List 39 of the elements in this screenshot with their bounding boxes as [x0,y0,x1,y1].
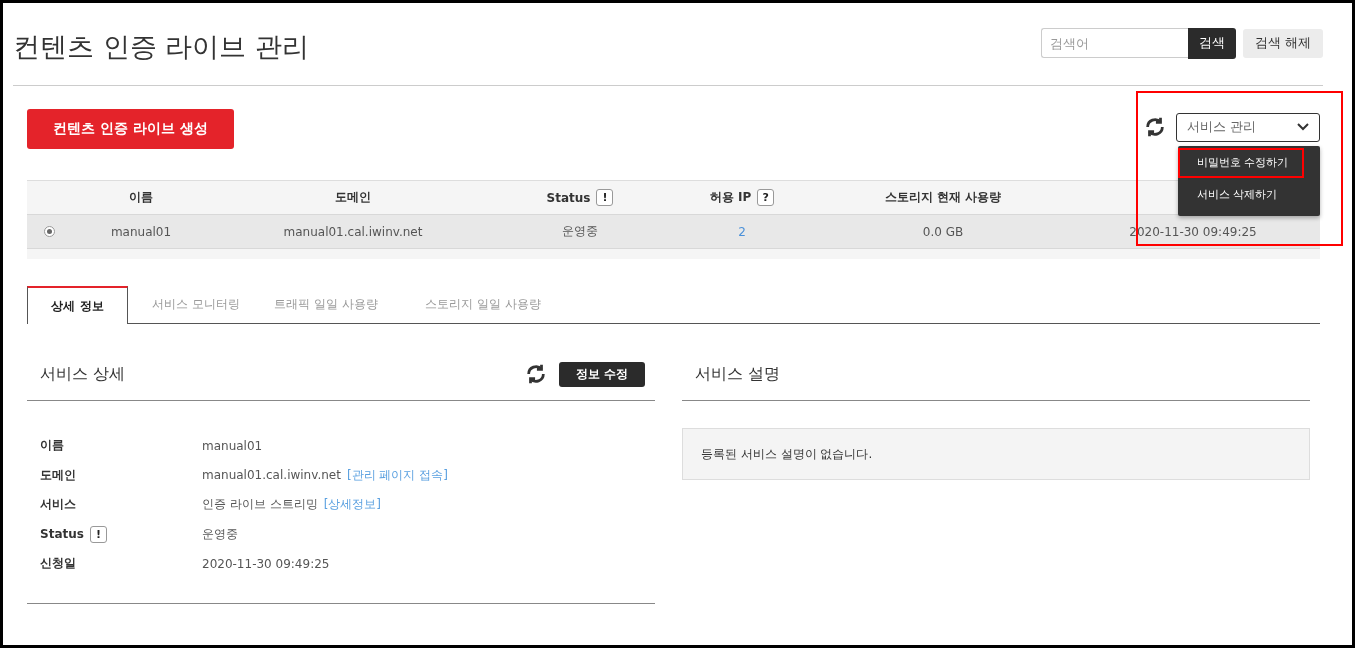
info-badge[interactable]: ? [757,189,775,206]
service-dropdown[interactable]: 서비스 관리 [1176,112,1320,142]
info-badge[interactable]: ! [596,189,614,206]
field-value: 2020-11-30 09:49:25 [202,556,330,571]
column-header: 스토리지 현재 사용량 [884,189,1002,206]
table-cell-text: manual01 [109,224,173,239]
tab[interactable]: 상세 정보 [27,286,128,324]
field-label: 서비스 [40,496,76,514]
column-header: 이름 [129,189,153,206]
refresh-icon[interactable] [1144,116,1166,138]
chevron-icon [1297,123,1309,131]
table-cell-text: 운영중 [561,223,599,240]
table-cell-text: manual01.cal.iwinv.net [282,224,424,239]
section-title: 서비스 상세 [40,363,126,385]
search-field[interactable]: 검색어 [1040,28,1188,58]
field-value: manual01.cal.iwinv.net [202,468,341,483]
page-title: 컨텐츠 인증 라이브 관리 [13,30,309,64]
column-header: Status [546,190,591,205]
column-header: 도메인 [335,189,371,206]
menu-item[interactable]: 서비스 삭제하기 [1178,179,1304,210]
field-value: 인증 라이브 스트리밍 [202,496,318,514]
section-title: 서비스 설명 [695,363,781,385]
field-value: 운영중 [202,525,238,543]
create-button[interactable]: 컨텐츠 인증 라이브 생성 [27,109,234,149]
menu-item[interactable]: 비밀번호 수정하기 [1178,147,1304,178]
description-text: 등록된 서비스 설명이 없습니다. [701,445,873,463]
field-value: manual01 [202,438,263,453]
reset-search-button[interactable]: 검색 해제 [1242,28,1323,58]
radio-button[interactable] [44,226,55,237]
edit-button[interactable]: 정보 수정 [558,361,645,387]
field-label: 신청일 [40,555,76,573]
table-cell-text: 0.0 GB [921,224,965,239]
field-label: Status [40,527,84,542]
field-label: 이름 [40,437,64,455]
column-header: 허용 IP [709,189,752,206]
field-label: 도메인 [40,466,76,484]
info-badge[interactable]: ! [89,525,107,543]
refresh-icon[interactable] [524,363,547,385]
search-button[interactable]: 검색 [1187,27,1236,59]
